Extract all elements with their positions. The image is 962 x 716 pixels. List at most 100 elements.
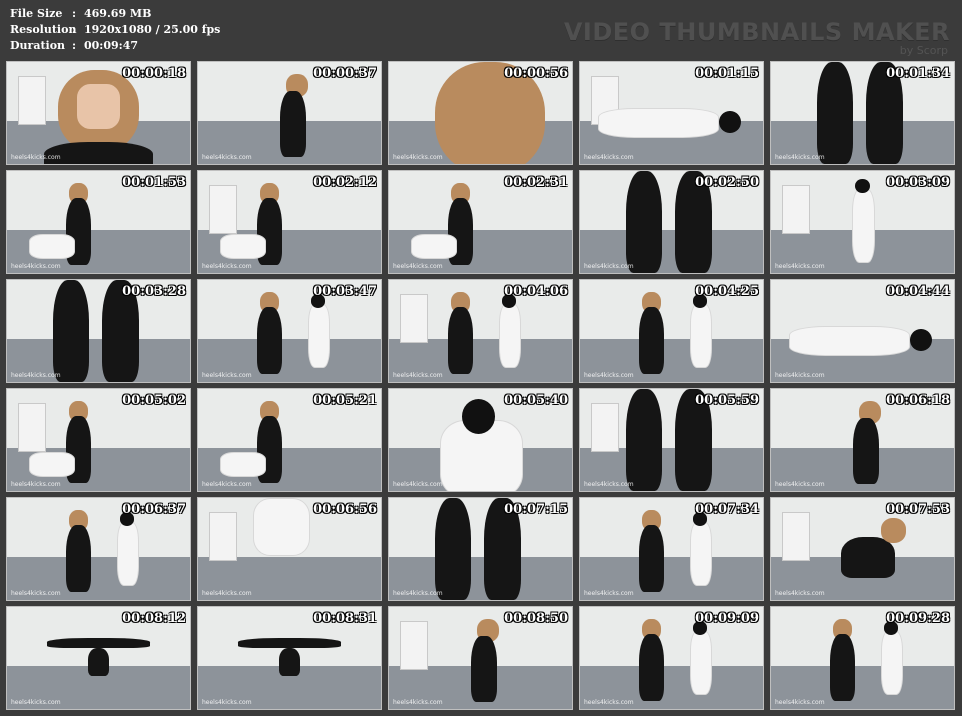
thumbnail-frame[interactable]: 00:08:50 heels4kicks.com <box>388 606 573 710</box>
legs-shape <box>625 171 663 273</box>
file-size-row: File Size : 469.69 MB <box>10 6 220 22</box>
timestamp: 00:06:56 <box>313 502 377 517</box>
colon: : <box>72 7 77 20</box>
door-shape <box>17 403 46 453</box>
figure-shape <box>840 536 896 578</box>
figure-shape <box>28 234 75 259</box>
figure-shape <box>689 304 712 368</box>
timestamp: 00:01:53 <box>122 175 186 190</box>
thumbnail-frame[interactable]: 00:00:37 heels4kicks.com <box>197 61 382 165</box>
resolution-row: Resolution : 1920x1080 / 25.00 fps <box>10 22 220 38</box>
thumbnail-frame[interactable]: 00:01:15 heels4kicks.com <box>579 61 764 165</box>
figure-shape <box>447 306 474 374</box>
watermark: heels4kicks.com <box>584 481 634 488</box>
timestamp: 00:01:15 <box>695 66 759 81</box>
figure-shape <box>689 631 712 695</box>
thumbnail-frame[interactable]: 00:00:56 heels4kicks.com <box>388 61 573 165</box>
thumbnail-frame[interactable]: 00:03:09 heels4kicks.com <box>770 170 955 274</box>
figure-shape <box>598 107 720 139</box>
watermark: heels4kicks.com <box>775 590 825 597</box>
thumbnail-frame[interactable]: 00:07:34 heels4kicks.com <box>579 497 764 601</box>
thumbnail-frame[interactable]: 00:07:53 heels4kicks.com <box>770 497 955 601</box>
watermark: heels4kicks.com <box>393 372 443 379</box>
watermark: heels4kicks.com <box>775 154 825 161</box>
figure-shape <box>47 637 150 648</box>
file-size-label: File Size <box>10 7 63 20</box>
timestamp: 00:04:06 <box>504 284 568 299</box>
header: File Size : 469.69 MB Resolution : 1920x… <box>0 0 962 58</box>
figure-shape <box>471 635 497 702</box>
thumbnail-frame[interactable]: 00:05:02 heels4kicks.com <box>6 388 191 492</box>
figure-shape <box>87 647 110 677</box>
thumbnail-frame[interactable]: 00:04:06 heels4kicks.com <box>388 279 573 383</box>
watermark: heels4kicks.com <box>202 699 252 706</box>
watermark: heels4kicks.com <box>584 590 634 597</box>
duration-value: 00:09:47 <box>84 39 139 52</box>
thumbnail-frame[interactable]: 00:03:28 heels4kicks.com <box>6 279 191 383</box>
brand-subtitle: by Scorp <box>899 44 948 57</box>
thumbnail-frame[interactable]: 00:09:09 heels4kicks.com <box>579 606 764 710</box>
brand-title: VIDEO THUMBNAILS MAKER <box>563 18 950 46</box>
thumbnail-frame[interactable]: 00:01:53 heels4kicks.com <box>6 170 191 274</box>
door-shape <box>17 76 46 126</box>
thumbnail-frame[interactable]: 00:01:34 heels4kicks.com <box>770 61 955 165</box>
figure-shape <box>65 524 92 592</box>
figure-shape <box>789 325 911 357</box>
watermark: heels4kicks.com <box>584 263 634 270</box>
thumbnail-frame[interactable]: 00:06:37 heels4kicks.com <box>6 497 191 601</box>
thumbnail-frame[interactable]: 00:08:31 heels4kicks.com <box>197 606 382 710</box>
figure-shape <box>638 306 665 374</box>
thumbnail-frame[interactable]: 00:05:21 heels4kicks.com <box>197 388 382 492</box>
watermark: heels4kicks.com <box>393 263 443 270</box>
thumbnail-frame[interactable]: 00:04:44 heels4kicks.com <box>770 279 955 383</box>
thumbnail-frame[interactable]: 00:05:40 heels4kicks.com <box>388 388 573 492</box>
duration-label: Duration <box>10 39 66 52</box>
figure-shape <box>638 524 665 592</box>
garment-shape <box>252 498 310 557</box>
figure-shape <box>219 452 266 477</box>
thumbnail-frame[interactable]: 00:07:15 heels4kicks.com <box>388 497 573 601</box>
figure-shape <box>307 304 330 368</box>
watermark: heels4kicks.com <box>393 154 443 161</box>
thumbnail-frame[interactable]: 00:09:28 heels4kicks.com <box>770 606 955 710</box>
thumbnail-frame[interactable]: 00:02:50 heels4kicks.com <box>579 170 764 274</box>
watermark: heels4kicks.com <box>393 481 443 488</box>
figure-shape <box>880 631 903 695</box>
legs-shape <box>434 498 472 600</box>
thumbnail-frame[interactable]: 00:02:31 heels4kicks.com <box>388 170 573 274</box>
figure-shape <box>638 633 665 701</box>
thumbnail-frame[interactable]: 00:02:12 heels4kicks.com <box>197 170 382 274</box>
figure-shape <box>238 637 341 648</box>
door-shape <box>399 621 428 671</box>
watermark: heels4kicks.com <box>11 481 61 488</box>
watermark: heels4kicks.com <box>202 263 252 270</box>
timestamp: 00:03:09 <box>886 175 950 190</box>
thumbnail-frame[interactable]: 00:08:12 heels4kicks.com <box>6 606 191 710</box>
thumbnail-frame[interactable]: 00:03:47 heels4kicks.com <box>197 279 382 383</box>
timestamp: 00:09:09 <box>695 611 759 626</box>
timestamp: 00:05:40 <box>504 393 568 408</box>
figure-shape <box>851 189 876 263</box>
watermark: heels4kicks.com <box>393 699 443 706</box>
timestamp: 00:02:50 <box>695 175 759 190</box>
figure-shape <box>116 522 139 586</box>
thumbnail-frame[interactable]: 00:06:56 heels4kicks.com <box>197 497 382 601</box>
thumbnail-frame[interactable]: 00:04:25 heels4kicks.com <box>579 279 764 383</box>
mask-shape <box>462 399 496 434</box>
watermark: heels4kicks.com <box>11 699 61 706</box>
thumbnail-frame[interactable]: 00:00:18 heels4kicks.com <box>6 61 191 165</box>
timestamp: 00:04:25 <box>695 284 759 299</box>
thumbnail-frame[interactable]: 00:05:59 heels4kicks.com <box>579 388 764 492</box>
timestamp: 00:08:31 <box>313 611 377 626</box>
resolution-value: 1920x1080 / 25.00 fps <box>84 23 221 36</box>
timestamp: 00:05:02 <box>122 393 186 408</box>
thumbnail-frame[interactable]: 00:06:18 heels4kicks.com <box>770 388 955 492</box>
duration-row: Duration : 00:09:47 <box>10 38 220 54</box>
timestamp: 00:05:21 <box>313 393 377 408</box>
figure-shape <box>28 452 75 477</box>
resolution-label: Resolution <box>10 23 77 36</box>
watermark: heels4kicks.com <box>775 263 825 270</box>
watermark: heels4kicks.com <box>11 263 61 270</box>
timestamp: 00:00:56 <box>504 66 568 81</box>
timestamp: 00:04:44 <box>886 284 950 299</box>
